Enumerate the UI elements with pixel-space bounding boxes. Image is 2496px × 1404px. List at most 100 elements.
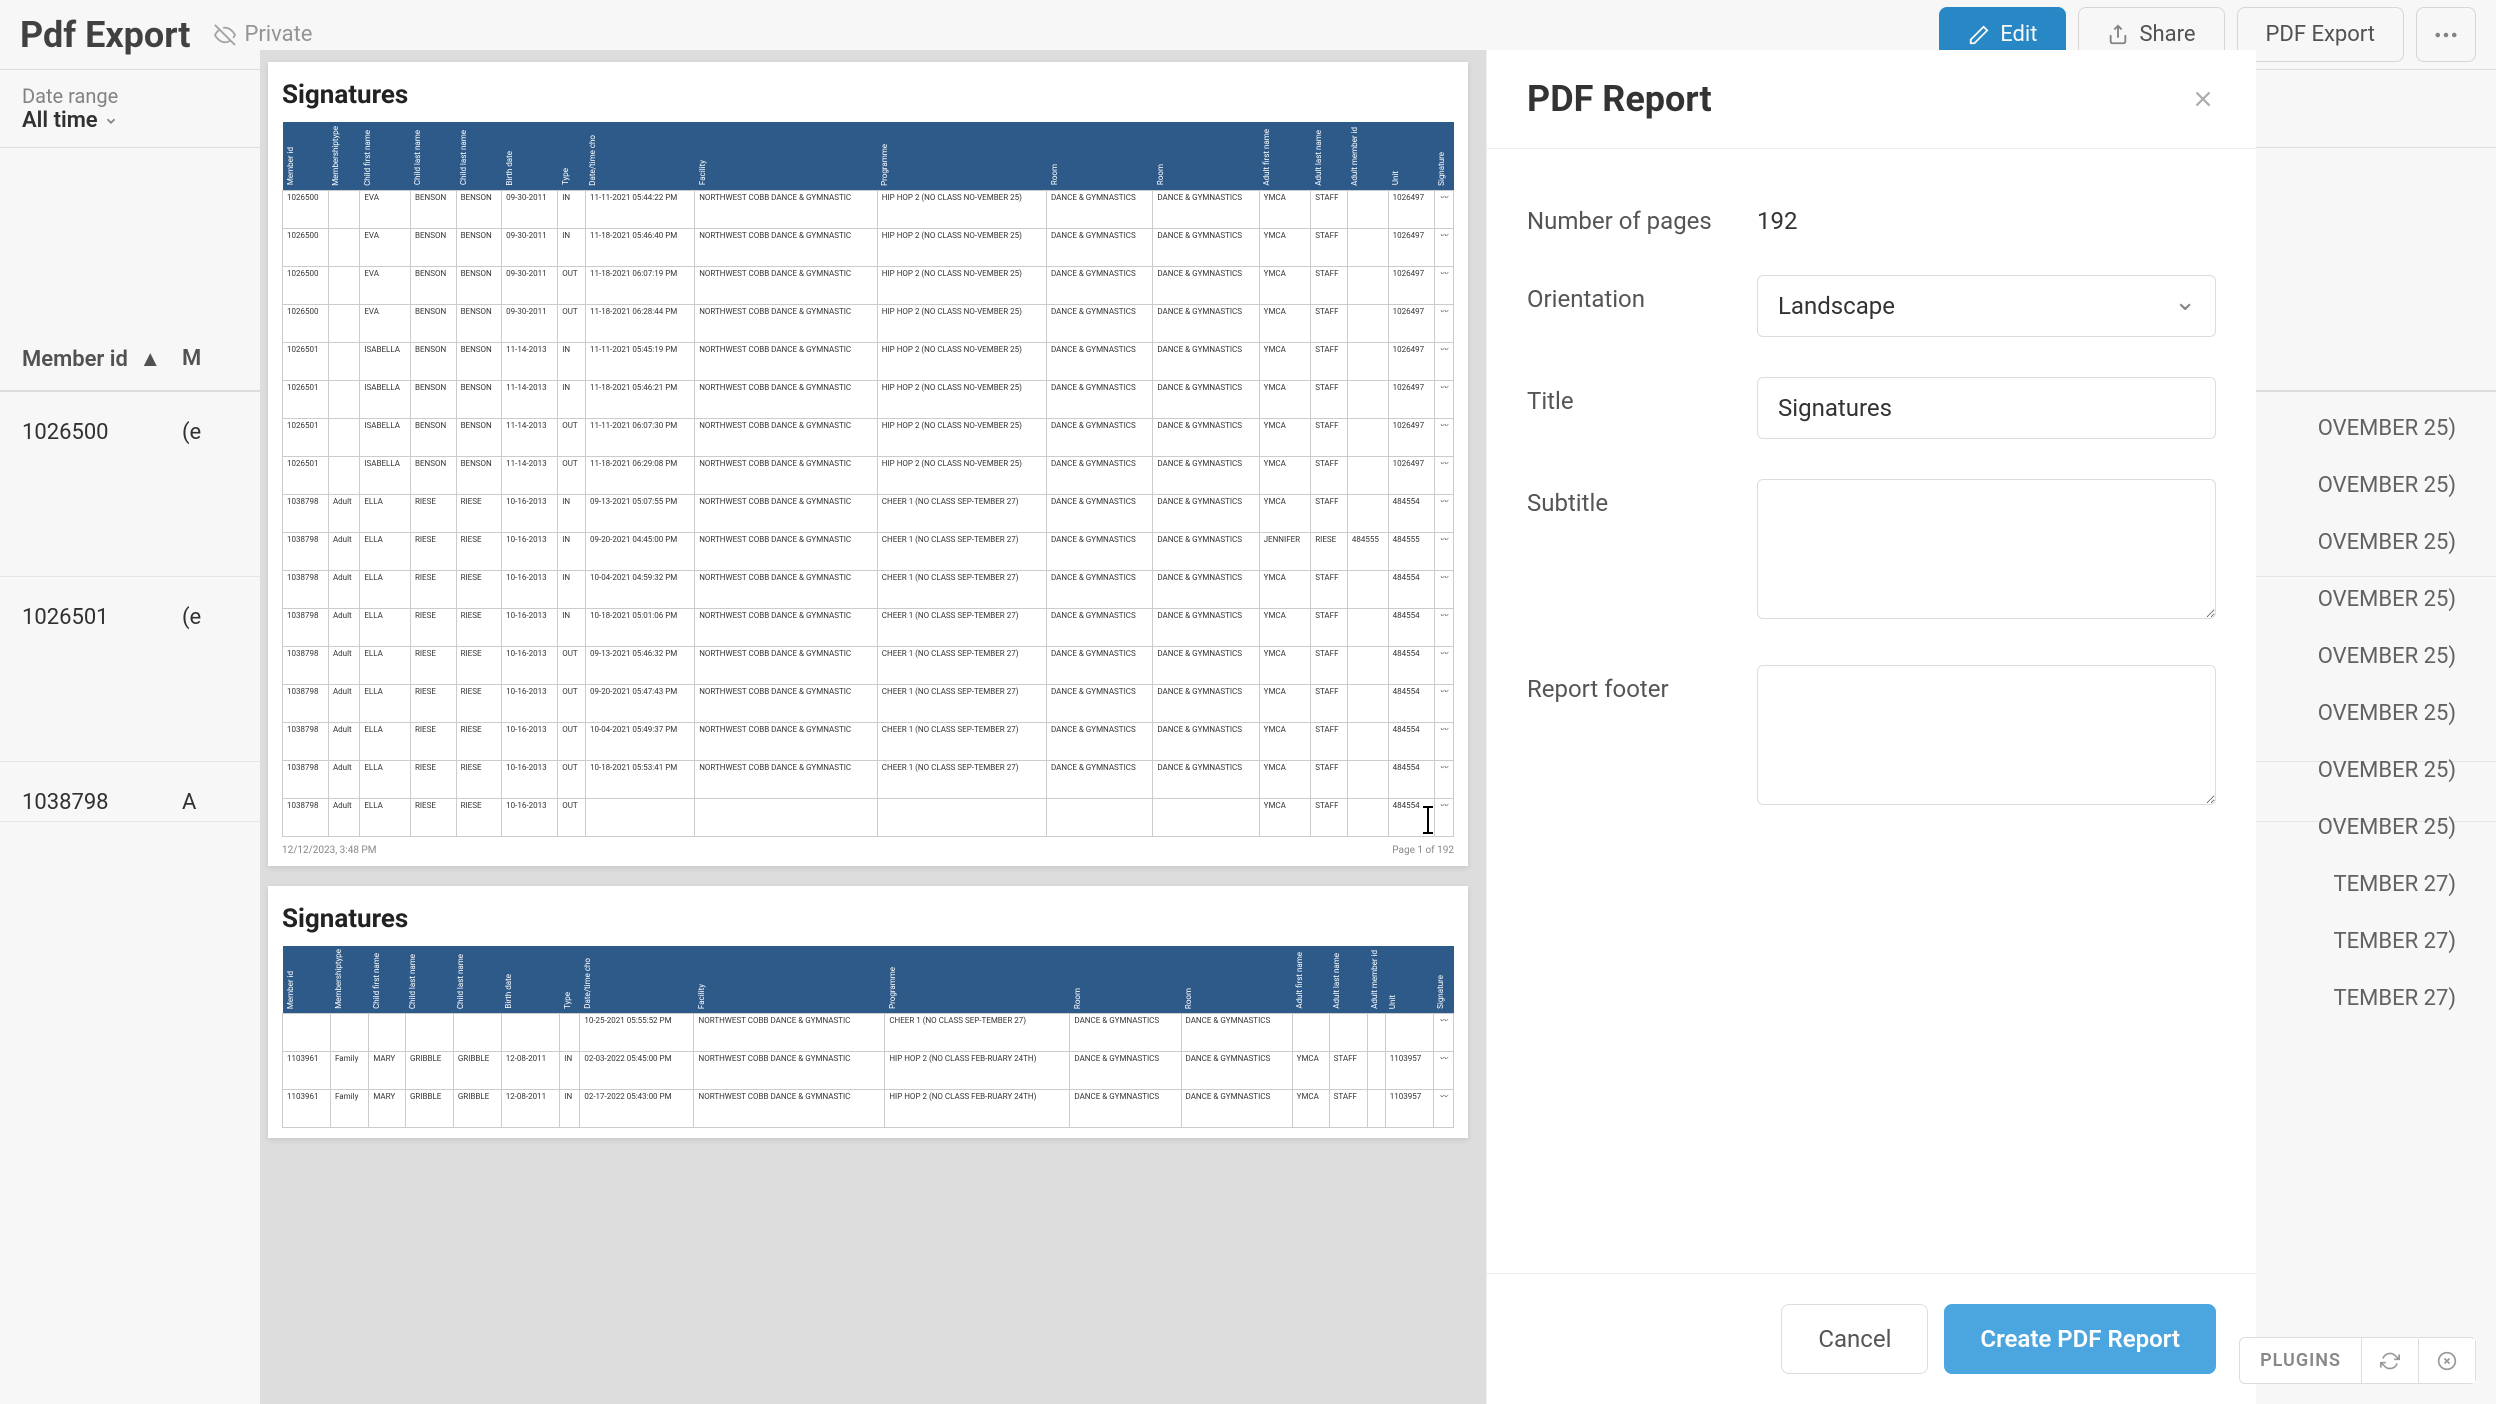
pdf-cell: 1026500 xyxy=(283,190,329,228)
pdf-cell: BENSON xyxy=(456,266,502,304)
pdf-cell: GRIBBLE xyxy=(405,1052,453,1090)
pdf-cell xyxy=(501,1014,560,1052)
pdf-cell xyxy=(1385,1014,1433,1052)
pdf-cell: NORTHWEST COBB DANCE & GYMNASTIC xyxy=(695,646,878,684)
plugins-label[interactable]: PLUGINS xyxy=(2240,1338,2362,1383)
pdf-cell xyxy=(1347,722,1388,760)
pdf-cell: 1026500 xyxy=(283,228,329,266)
pdf-cell xyxy=(405,1014,453,1052)
pdf-col-header: Child first name xyxy=(369,946,406,1014)
pdf-cell: ELLA xyxy=(360,684,411,722)
pdf-col-header: Membershiptype xyxy=(331,946,369,1014)
pdf-table-row: 1038798AdultELLARIESERIESE10-16-2013IN10… xyxy=(283,608,1454,646)
signature-cell: 〰︎ xyxy=(1434,608,1453,646)
pdf-cell: DANCE & GYMNASTICS xyxy=(1047,418,1153,456)
pdf-cell: DANCE & GYMNASTICS xyxy=(1047,380,1153,418)
pdf-cell: YMCA xyxy=(1259,646,1311,684)
title-input[interactable] xyxy=(1757,377,2216,439)
pdf-cell: STAFF xyxy=(1311,418,1348,456)
pdf-cell: BENSON xyxy=(456,380,502,418)
pdf-cell xyxy=(877,798,1046,836)
pdf-cell: ELLA xyxy=(360,646,411,684)
pdf-footer-pagenum: Page 1 of 192 xyxy=(1392,845,1454,856)
pdf-cell: 09-30-2011 xyxy=(502,266,558,304)
pdf-preview-pane[interactable]: Signatures Member idMembershiptypeChild … xyxy=(260,50,1486,1404)
pdf-cell: NORTHWEST COBB DANCE & GYMNASTIC xyxy=(695,304,878,342)
pdf-cell: 484554 xyxy=(1388,570,1434,608)
pdf-cell: 11-14-2013 xyxy=(502,418,558,456)
pdf-table-row: 1026501ISABELLABENSONBENSON11-14-2013OUT… xyxy=(283,418,1454,456)
pdf-cell xyxy=(328,304,359,342)
pdf-cell: STAFF xyxy=(1311,570,1348,608)
pdf-cell: CHEER 1 (NO CLASS SEP-TEMBER 27) xyxy=(885,1014,1070,1052)
close-button[interactable] xyxy=(2190,86,2216,112)
pdf-cell: 10-16-2013 xyxy=(502,684,558,722)
pdf-cell: DANCE & GYMNASTICS xyxy=(1047,684,1153,722)
cancel-button[interactable]: Cancel xyxy=(1781,1304,1928,1374)
pdf-cell: OUT xyxy=(558,418,586,456)
pdf-col-header: Adult member id xyxy=(1347,122,1388,190)
pdf-cell: BENSON xyxy=(456,304,502,342)
close-circle-icon xyxy=(2437,1351,2457,1371)
pdf-cell xyxy=(369,1014,406,1052)
refresh-button[interactable] xyxy=(2362,1339,2419,1383)
close-plugins-button[interactable] xyxy=(2419,1339,2475,1383)
subtitle-textarea[interactable] xyxy=(1757,479,2216,619)
footer-textarea[interactable] xyxy=(1757,665,2216,805)
pdf-cell: 02-03-2022 05:45:00 PM xyxy=(580,1052,694,1090)
pdf-cell: BENSON xyxy=(410,418,456,456)
pdf-cell: Adult xyxy=(328,760,359,798)
pdf-table-row: 1038798AdultELLARIESERIESE10-16-2013OUT1… xyxy=(283,760,1454,798)
pdf-col-header: Type xyxy=(560,946,580,1014)
pdf-col-header: Birth date xyxy=(502,122,558,190)
pdf-page-title: Signatures xyxy=(282,904,1454,934)
pdf-table-row: 1103961FamilyMARYGRIBBLEGRIBBLE12-08-201… xyxy=(283,1090,1454,1128)
pdf-cell: Adult xyxy=(328,532,359,570)
pdf-cell xyxy=(1347,760,1388,798)
pdf-cell: NORTHWEST COBB DANCE & GYMNASTIC xyxy=(695,570,878,608)
pdf-cell xyxy=(1347,570,1388,608)
pdf-cell: NORTHWEST COBB DANCE & GYMNASTIC xyxy=(695,456,878,494)
pdf-cell: 1103957 xyxy=(1385,1052,1433,1090)
pdf-cell: 09-30-2011 xyxy=(502,190,558,228)
footer-label: Report footer xyxy=(1527,665,1757,703)
pdf-cell: YMCA xyxy=(1259,266,1311,304)
pdf-table-row: 10-25-2021 05:55:52 PMNORTHWEST COBB DAN… xyxy=(283,1014,1454,1052)
create-pdf-button[interactable]: Create PDF Report xyxy=(1944,1304,2216,1374)
pdf-cell: HIP HOP 2 (NO CLASS NO-VEMBER 25) xyxy=(877,190,1046,228)
pdf-cell: DANCE & GYMNASTICS xyxy=(1047,190,1153,228)
pdf-cell: NORTHWEST COBB DANCE & GYMNASTIC xyxy=(695,684,878,722)
pdf-col-header: Room xyxy=(1153,122,1259,190)
pdf-cell xyxy=(560,1014,580,1052)
refresh-icon xyxy=(2380,1351,2400,1371)
pdf-cell: DANCE & GYMNASTICS xyxy=(1153,684,1259,722)
pdf-cell: Adult xyxy=(328,570,359,608)
pdf-cell: YMCA xyxy=(1259,798,1311,836)
pdf-cell: OUT xyxy=(558,646,586,684)
pdf-cell: 10-16-2013 xyxy=(502,494,558,532)
pdf-cell: STAFF xyxy=(1311,304,1348,342)
pdf-cell: BENSON xyxy=(456,418,502,456)
pdf-cell: DANCE & GYMNASTICS xyxy=(1153,608,1259,646)
orientation-select[interactable]: Landscape xyxy=(1757,275,2216,337)
orientation-label: Orientation xyxy=(1527,275,1757,313)
pdf-cell: RIESE xyxy=(456,570,502,608)
pdf-cell xyxy=(1347,456,1388,494)
pdf-col-header: Date/time cho xyxy=(585,122,694,190)
pdf-cell: IN xyxy=(558,380,586,418)
pdf-cell xyxy=(1347,418,1388,456)
pages-label: Number of pages xyxy=(1527,197,1757,235)
pdf-settings-pane: PDF Report Number of pages 192 Orientati… xyxy=(1486,50,2256,1404)
pdf-cell: ISABELLA xyxy=(360,380,411,418)
signature-cell: 〰︎ xyxy=(1434,342,1453,380)
pdf-cell: RIESE xyxy=(410,684,456,722)
pdf-cell: 1038798 xyxy=(283,798,329,836)
pdf-col-header: Unit xyxy=(1385,946,1433,1014)
pdf-cell: DANCE & GYMNASTICS xyxy=(1153,456,1259,494)
pdf-cell: ISABELLA xyxy=(360,418,411,456)
pdf-table-row: 1026501ISABELLABENSONBENSON11-14-2013OUT… xyxy=(283,456,1454,494)
pdf-cell: Adult xyxy=(328,684,359,722)
pdf-cell: 1038798 xyxy=(283,646,329,684)
pdf-col-header: Unit xyxy=(1388,122,1434,190)
pdf-cell: RIESE xyxy=(1311,532,1348,570)
